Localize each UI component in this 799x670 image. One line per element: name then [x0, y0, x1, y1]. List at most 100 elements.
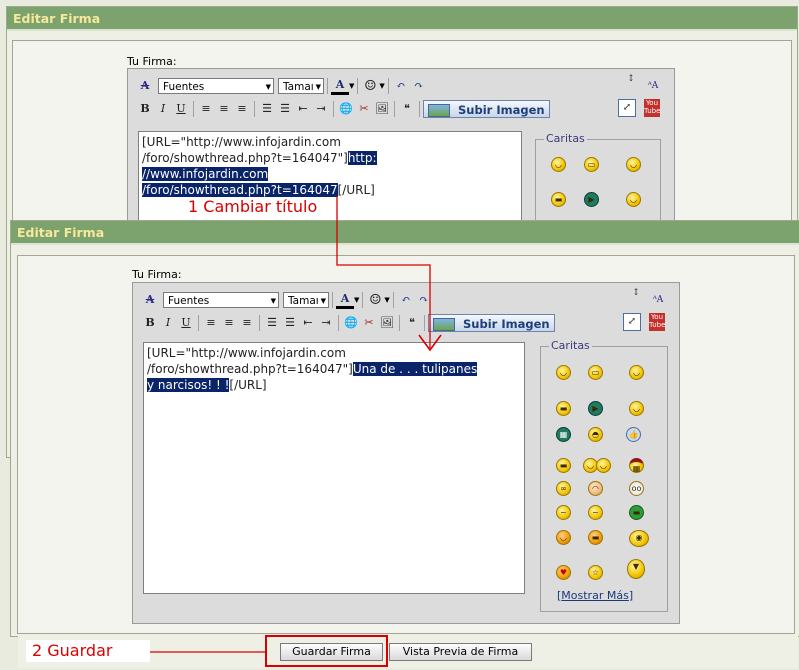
upload-image-button[interactable]: Subir Imagen: [428, 314, 555, 332]
undo-icon[interactable]: ↶: [392, 77, 410, 95]
align-right-icon[interactable]: ≡: [238, 314, 256, 332]
align-right-icon[interactable]: ≡: [233, 100, 251, 118]
resize-editor-icon[interactable]: ↕: [627, 289, 645, 309]
toolbar-row-2: B I U ≡ ≡ ≡ ☰ ☰ ⇤ ⇥ 🌐 ✂ 🖼 ❝ Subir Imagen: [136, 100, 550, 118]
unordered-list-icon[interactable]: ☰: [276, 100, 294, 118]
insert-link-icon[interactable]: 🌐: [337, 100, 355, 118]
happy-icon[interactable]: ◡: [626, 157, 641, 172]
sick-icon[interactable]: ▬: [629, 505, 644, 520]
font-select[interactable]: Fuentes ▼: [163, 292, 279, 308]
remove-format-icon[interactable]: A: [141, 291, 159, 309]
grin-icon[interactable]: ▭: [584, 157, 599, 172]
redo-icon[interactable]: ↷: [410, 77, 428, 95]
smile-icon[interactable]: ◡: [551, 157, 566, 172]
size-select[interactable]: Tamaı ▼: [278, 78, 324, 94]
show-more-smilies-link[interactable]: [Mostrar Más]: [557, 589, 633, 602]
blush-icon[interactable]: ◡: [629, 401, 644, 416]
align-left-icon[interactable]: ≡: [202, 314, 220, 332]
devil-icon[interactable]: ◡: [556, 530, 571, 545]
smiley-menu-icon[interactable]: ☺: [366, 291, 384, 309]
toolbar-separator: [333, 101, 334, 117]
wink-pair-icon[interactable]: ◡: [596, 458, 611, 473]
preview-signature-button[interactable]: Vista Previa de Firma: [389, 643, 532, 661]
remove-link-icon[interactable]: ✂: [360, 314, 378, 332]
bold-icon[interactable]: B: [136, 100, 154, 118]
undo-icon[interactable]: ↶: [397, 291, 415, 309]
insert-link-icon[interactable]: 🌐: [342, 314, 360, 332]
bold-icon[interactable]: B: [141, 314, 159, 332]
remove-link-icon[interactable]: ✂: [355, 100, 373, 118]
ordered-list-icon[interactable]: ☰: [263, 314, 281, 332]
ordered-list-icon[interactable]: ☰: [258, 100, 276, 118]
smile-icon[interactable]: ◡: [556, 365, 571, 380]
expand-icon[interactable]: ⤢: [623, 313, 641, 331]
hat-icon[interactable]: ▦: [629, 458, 644, 473]
in-love-icon[interactable]: ♥: [556, 565, 571, 580]
italic-icon[interactable]: I: [159, 314, 177, 332]
insert-image-icon[interactable]: 🖼: [373, 100, 391, 118]
front-form-panel: Tu Firma: A Fuentes ▼ Tamaı ▼ A ▼ ☺ ▼ ↶ ↷ ↕ …: [17, 255, 795, 634]
indent-icon[interactable]: ⇥: [312, 100, 330, 118]
alien-icon[interactable]: ▶: [584, 192, 599, 207]
align-center-icon[interactable]: ≡: [220, 314, 238, 332]
resize-editor-icon[interactable]: ↕: [622, 75, 640, 95]
upload-image-button[interactable]: Subir Imagen: [423, 100, 550, 118]
quote-icon[interactable]: ❝: [403, 314, 421, 332]
italic-icon[interactable]: I: [154, 100, 172, 118]
text-line: /foro/showthread.php?t=164047[/URL]: [142, 183, 375, 197]
signature-label: Tu Firma:: [132, 268, 182, 281]
toolbar-separator: [399, 315, 400, 331]
expand-icon[interactable]: ⤢: [618, 99, 636, 117]
quote-icon[interactable]: ❝: [398, 100, 416, 118]
insert-image-icon[interactable]: 🖼: [378, 314, 396, 332]
confused-icon[interactable]: ~: [556, 505, 571, 520]
thumbs-up-icon[interactable]: 👍: [626, 427, 641, 442]
youtube-icon[interactable]: You Tube: [644, 99, 660, 117]
youtube-icon[interactable]: You Tube: [649, 313, 665, 331]
toolbar-separator: [332, 292, 333, 308]
happy-icon[interactable]: ◡: [629, 365, 644, 380]
size-select[interactable]: Tamaı ▼: [283, 292, 329, 308]
big-grin-icon[interactable]: ▦: [556, 427, 571, 442]
remove-format-icon[interactable]: A: [136, 77, 154, 95]
underline-icon[interactable]: U: [172, 100, 190, 118]
redo-icon[interactable]: ↷: [415, 291, 433, 309]
toolbar-separator: [357, 78, 359, 94]
indent-icon[interactable]: ⇥: [317, 314, 335, 332]
outdent-icon[interactable]: ⇤: [294, 100, 312, 118]
text-color-icon[interactable]: A: [336, 292, 354, 309]
align-center-icon[interactable]: ≡: [215, 100, 233, 118]
angry-icon[interactable]: ▬: [588, 530, 603, 545]
align-left-icon[interactable]: ≡: [197, 100, 215, 118]
window-title: Editar Firma: [7, 7, 797, 31]
laughing-icon[interactable]: ◉: [629, 530, 649, 547]
dizzy-icon[interactable]: ☆: [588, 565, 603, 580]
blush-icon[interactable]: ◡: [626, 192, 641, 207]
underline-icon[interactable]: U: [177, 314, 195, 332]
tongue-icon[interactable]: ▬: [551, 192, 566, 207]
tongue-icon[interactable]: ▬: [556, 401, 571, 416]
save-signature-button[interactable]: Guardar Firma: [280, 643, 383, 661]
text-color-icon[interactable]: A: [331, 78, 349, 95]
image-icon: [433, 318, 455, 331]
grin-icon[interactable]: ▭: [588, 365, 603, 380]
window-title: Editar Firma: [11, 221, 799, 245]
switch-editor-mode-icon[interactable]: ᴬA: [644, 77, 662, 95]
outdent-icon[interactable]: ⇤: [299, 314, 317, 332]
eyes-icon[interactable]: oo: [629, 481, 644, 496]
glasses-icon[interactable]: ∞: [556, 481, 571, 496]
smiley-menu-icon[interactable]: ☺: [361, 77, 379, 95]
unordered-list-icon[interactable]: ☰: [281, 314, 299, 332]
smilies-legend: Caritas: [544, 132, 587, 145]
alien-icon[interactable]: ▶: [588, 401, 603, 416]
tongue-out-icon[interactable]: ◓: [588, 427, 603, 442]
toolbar-separator: [394, 101, 395, 117]
cool-icon[interactable]: ▬: [556, 458, 571, 473]
smilies-legend: Caritas: [549, 339, 592, 352]
switch-editor-mode-icon[interactable]: ᴬA: [649, 291, 667, 309]
unsure-icon[interactable]: ~: [588, 505, 603, 520]
font-select[interactable]: Fuentes ▼: [158, 78, 274, 94]
cheering-icon[interactable]: ▼: [627, 559, 645, 579]
signature-textarea[interactable]: [URL="http://www.infojardin.com /foro/sh…: [143, 342, 525, 594]
sad-icon[interactable]: ◠: [588, 481, 603, 496]
